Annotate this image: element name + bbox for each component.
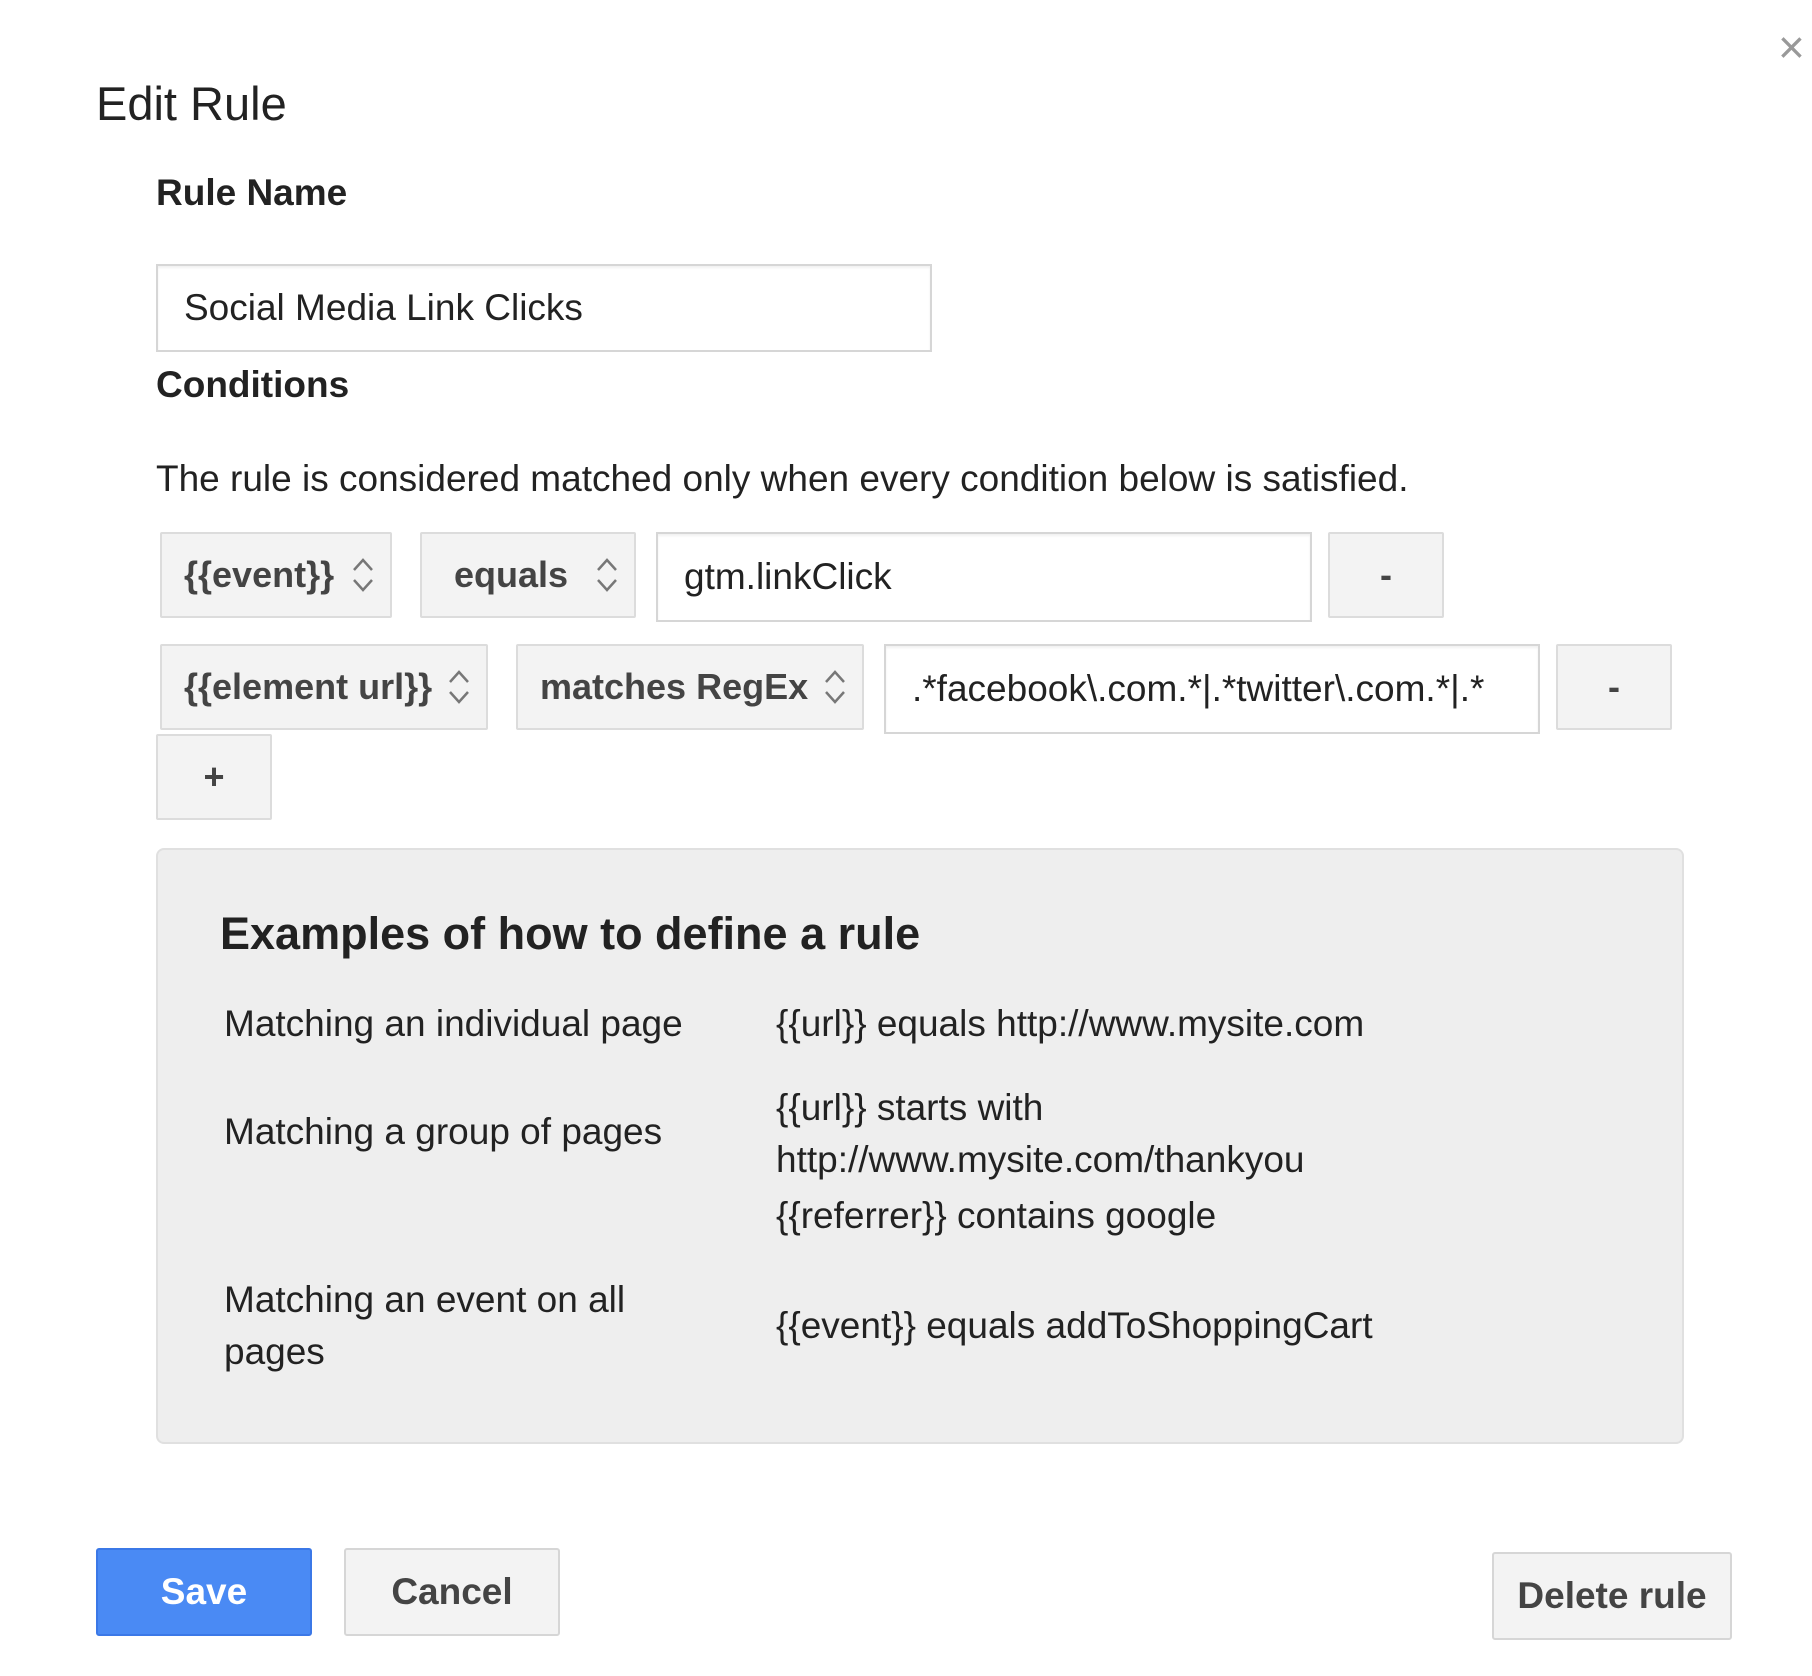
condition-1-variable-select[interactable]: {{event}} <box>160 532 392 618</box>
select-chevron-icon <box>449 670 469 704</box>
rule-name-label: Rule Name <box>156 172 348 213</box>
select-chevron-icon <box>825 670 845 704</box>
conditions-description: The rule is considered matched only when… <box>156 458 1409 499</box>
save-button[interactable]: Save <box>96 1548 312 1636</box>
condition-1-value-input[interactable] <box>656 532 1312 622</box>
condition-1-remove-button[interactable]: - <box>1328 532 1444 618</box>
condition-1-operator-value: equals <box>454 554 569 595</box>
condition-2-variable-select[interactable]: {{element url}} <box>160 644 488 730</box>
add-condition-button[interactable]: + <box>156 734 272 820</box>
example-2-value: {{url}} starts with http://www.mysite.co… <box>776 1087 1305 1236</box>
example-2-label: Matching a group of pages <box>224 1111 663 1152</box>
example-3-label: Matching an event on all pages <box>224 1279 626 1372</box>
condition-2-value-input[interactable] <box>884 644 1540 734</box>
delete-rule-button[interactable]: Delete rule <box>1492 1552 1732 1640</box>
close-icon[interactable]: × <box>1778 24 1812 70</box>
condition-2-remove-button[interactable]: - <box>1556 644 1672 730</box>
cancel-button[interactable]: Cancel <box>344 1548 560 1636</box>
condition-2-variable-value: {{element url}} <box>184 666 433 707</box>
condition-2-operator-select[interactable]: matches RegEx <box>516 644 864 730</box>
select-chevron-icon <box>597 558 617 592</box>
condition-1-operator-select[interactable]: equals <box>420 532 636 618</box>
example-1-label: Matching an individual page <box>224 1003 683 1044</box>
condition-1-variable-value: {{event}} <box>184 554 335 595</box>
select-chevron-icon <box>353 558 373 592</box>
example-1-value: {{url}} equals http://www.mysite.com <box>776 1003 1365 1044</box>
rule-name-input[interactable] <box>156 264 932 352</box>
conditions-label: Conditions <box>156 364 350 405</box>
examples-panel: Examples of how to define a rule Matchin… <box>156 848 1684 1444</box>
examples-title: Examples of how to define a rule <box>220 908 921 959</box>
edit-rule-dialog: × Edit Rule Rule Name Conditions The rul… <box>0 0 1812 1676</box>
dialog-title: Edit Rule <box>96 77 287 130</box>
example-3-value: {{event}} equals addToShoppingCart <box>776 1305 1373 1346</box>
condition-2-operator-value: matches RegEx <box>540 666 809 707</box>
